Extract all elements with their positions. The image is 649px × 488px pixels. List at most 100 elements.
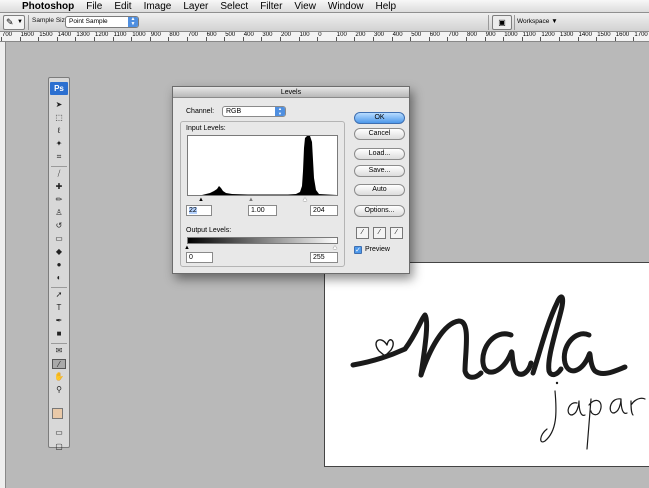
channel-select[interactable]: RGB ▲ ▼ bbox=[222, 106, 286, 117]
workspace-menu[interactable]: Workspace ▼ bbox=[517, 18, 558, 25]
vertical-ruler bbox=[0, 42, 6, 488]
slice-tool[interactable]: ⧸ bbox=[52, 169, 66, 179]
select-arrows-icon: ▲ ▼ bbox=[128, 17, 138, 27]
ruler-label: 200 bbox=[355, 32, 366, 38]
preview-checkbox[interactable]: ✓ bbox=[354, 246, 362, 254]
ruler-tick bbox=[131, 37, 133, 41]
document-canvas[interactable] bbox=[324, 262, 649, 467]
path-selection-tool[interactable]: ➚ bbox=[52, 290, 66, 300]
file-browser-button[interactable]: ▣ bbox=[492, 15, 512, 30]
input-gamma-value: 1.00 bbox=[251, 207, 265, 214]
brush-tool[interactable]: ✏ bbox=[52, 195, 66, 205]
notes-tool[interactable]: ✉ bbox=[52, 346, 66, 356]
ruler-label: 400 bbox=[243, 32, 254, 38]
menu-view[interactable]: View bbox=[288, 0, 322, 13]
blur-tool[interactable]: ● bbox=[52, 260, 66, 270]
black-eyedropper-icon[interactable]: ⁄ bbox=[356, 227, 369, 239]
lasso-tool[interactable]: ℓ bbox=[52, 126, 66, 136]
marquee-tool[interactable]: ⬚ bbox=[52, 113, 66, 123]
ruler-tick bbox=[205, 37, 207, 41]
paint-bucket-tool[interactable]: ◆ bbox=[52, 247, 66, 257]
load-button[interactable]: Load... bbox=[354, 148, 405, 160]
ruler-label: 1200 bbox=[541, 32, 555, 38]
white-point-slider[interactable]: ▲ bbox=[302, 197, 308, 203]
dialog-title[interactable]: Levels bbox=[173, 87, 409, 98]
history-brush-tool[interactable]: ↺ bbox=[52, 221, 66, 231]
ruler-tick bbox=[559, 37, 560, 41]
ok-button[interactable]: OK bbox=[354, 112, 405, 124]
healing-brush-tool[interactable]: ✚ bbox=[52, 182, 66, 192]
menu-window[interactable]: Window bbox=[322, 0, 370, 13]
move-tool[interactable]: ➤ bbox=[52, 100, 66, 110]
auto-button[interactable]: Auto bbox=[354, 184, 405, 196]
menu-help[interactable]: Help bbox=[370, 0, 403, 13]
output-white-field[interactable]: 255 bbox=[310, 252, 338, 263]
save-button[interactable]: Save... bbox=[354, 165, 405, 177]
menu-edit[interactable]: Edit bbox=[108, 0, 137, 13]
black-point-slider[interactable]: ▲ bbox=[198, 197, 204, 203]
options-button[interactable]: Options... bbox=[354, 205, 405, 217]
type-tool[interactable]: T bbox=[52, 303, 66, 313]
menu-image[interactable]: Image bbox=[138, 0, 178, 13]
ruler-tick bbox=[391, 37, 393, 41]
toolbox: Ps ➤ ⬚ ℓ ✦ ⌗ ⧸ ✚ ✏ ♙ ↺ ▭ ◆ ● ◐ ➚ T ✒ ■ ✉ ⁄ ✋ ⚲ ▭ ▢ bbox=[48, 77, 70, 451]
ruler-tick bbox=[187, 37, 188, 41]
magic-wand-tool[interactable]: ✦ bbox=[52, 139, 66, 149]
preview-label: Preview bbox=[365, 246, 390, 253]
output-black-slider[interactable]: ▲ bbox=[184, 245, 190, 251]
menu-photoshop[interactable]: Photoshop bbox=[18, 0, 80, 13]
white-eyedropper-icon[interactable]: ⁄ bbox=[390, 227, 403, 239]
ruler-label: 700 bbox=[188, 32, 199, 38]
output-black-field[interactable]: 0 bbox=[186, 252, 213, 263]
cancel-button[interactable]: Cancel bbox=[354, 128, 405, 140]
menu-layer[interactable]: Layer bbox=[177, 0, 214, 13]
gamma-slider[interactable]: ▲ bbox=[248, 197, 254, 203]
foreground-color-swatch[interactable] bbox=[52, 408, 63, 419]
input-white-field[interactable]: 204 bbox=[310, 205, 338, 216]
eyedropper-icon: ✎ bbox=[6, 17, 14, 27]
hand-tool[interactable]: ✋ bbox=[52, 372, 66, 382]
ruler-tick bbox=[280, 37, 281, 41]
ruler-tick bbox=[614, 37, 616, 41]
ruler-label: 600 bbox=[206, 32, 217, 38]
sample-size-select[interactable]: Point Sample ▲ ▼ bbox=[65, 16, 139, 28]
output-slider: ▲ ▲ bbox=[184, 245, 338, 251]
menu-filter[interactable]: Filter bbox=[254, 0, 288, 13]
ruler-tick bbox=[521, 37, 523, 41]
ruler-tick bbox=[335, 37, 337, 41]
ruler-tick bbox=[242, 37, 244, 41]
ruler-tick bbox=[633, 37, 635, 41]
clone-stamp-tool[interactable]: ♙ bbox=[52, 208, 66, 218]
gray-eyedropper-icon[interactable]: ⁄ bbox=[373, 227, 386, 239]
quick-mask-icon[interactable]: ▭ bbox=[52, 428, 66, 438]
ruler-label: 1000 bbox=[132, 32, 146, 38]
ruler-label: 1000 bbox=[504, 32, 518, 38]
output-white-value: 255 bbox=[313, 254, 325, 261]
photoshop-logo[interactable]: Ps bbox=[50, 82, 68, 95]
tool-separator bbox=[51, 343, 67, 344]
ruler-label: 100 bbox=[336, 32, 347, 38]
channel-label: Channel: bbox=[186, 108, 215, 115]
eraser-tool[interactable]: ▭ bbox=[52, 234, 66, 244]
input-white-value: 204 bbox=[313, 207, 325, 214]
ruler-label: 500 bbox=[225, 32, 236, 38]
input-black-value: 22 bbox=[189, 207, 197, 214]
ruler-tick bbox=[503, 37, 505, 41]
input-levels-label: Input Levels: bbox=[186, 125, 226, 132]
pen-tool[interactable]: ✒ bbox=[52, 316, 66, 326]
output-white-slider[interactable]: ▲ bbox=[332, 245, 338, 251]
tool-preset-picker[interactable]: ✎ ▼ bbox=[3, 15, 25, 30]
dodge-tool[interactable]: ◐ bbox=[52, 273, 66, 283]
crop-tool[interactable]: ⌗ bbox=[52, 152, 66, 162]
ruler-label: 1600 bbox=[615, 32, 630, 38]
zoom-tool[interactable]: ⚲ bbox=[52, 385, 66, 395]
shape-tool[interactable]: ■ bbox=[52, 329, 66, 339]
input-black-field[interactable]: 22 bbox=[186, 205, 212, 216]
eyedropper-tool[interactable]: ⁄ bbox=[52, 359, 66, 369]
screen-mode-icon[interactable]: ▢ bbox=[52, 442, 66, 452]
menu-select[interactable]: Select bbox=[214, 0, 254, 13]
menu-file[interactable]: File bbox=[80, 0, 108, 13]
input-gamma-field[interactable]: 1.00 bbox=[248, 205, 277, 216]
histogram-graph bbox=[188, 136, 337, 195]
ruler-tick bbox=[19, 37, 21, 41]
